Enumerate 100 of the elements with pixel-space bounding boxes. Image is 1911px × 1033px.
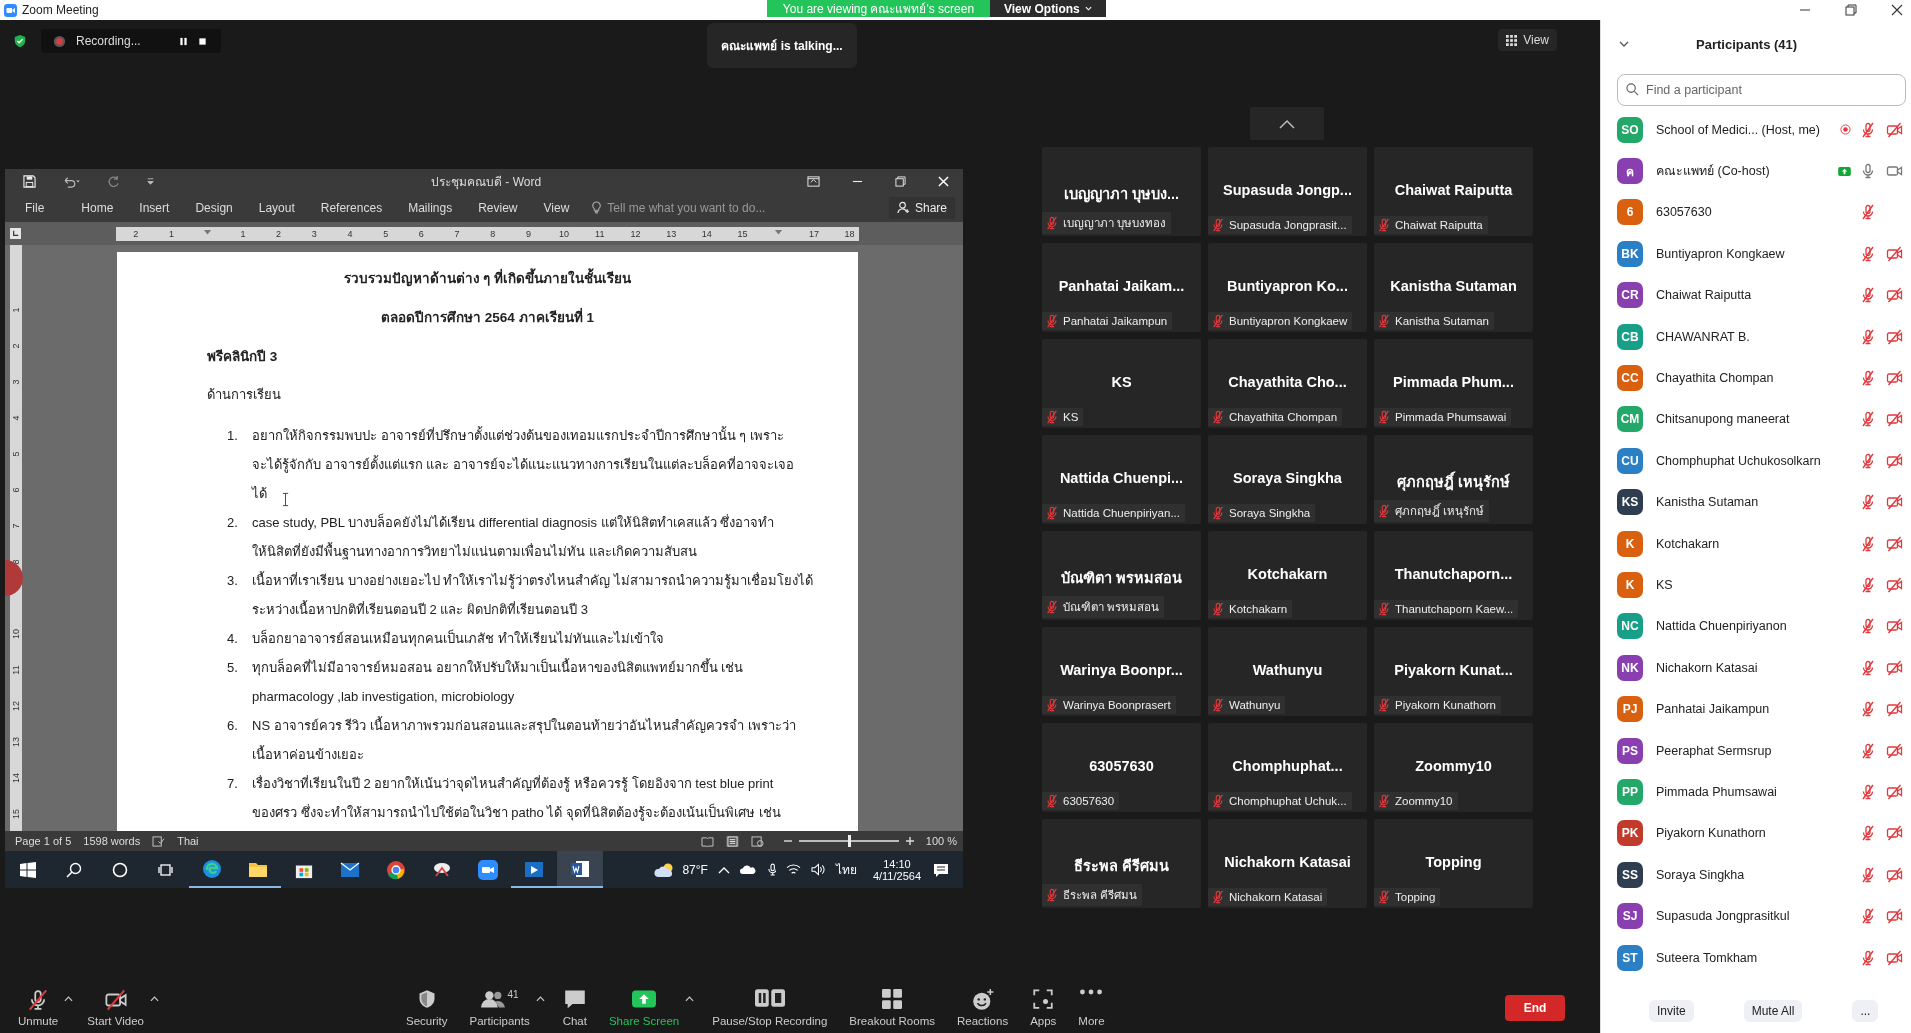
chat-button[interactable]: Chat	[558, 989, 591, 1027]
proofing-icon[interactable]	[152, 835, 166, 847]
video-tile[interactable]: Wathunyu Wathunyu	[1208, 627, 1367, 716]
camera-off-icon[interactable]	[1885, 825, 1903, 842]
participant-row[interactable]: NC Nattida Chuenpiriyanon	[1601, 605, 1911, 648]
video-tile[interactable]: ศุภกฤษฎิ์ เหนุรักษ์ ศุภกฤษฎิ์ เหนุรักษ์	[1374, 435, 1533, 524]
muted-microphone-icon[interactable]	[1860, 949, 1876, 966]
video-tile[interactable]: Supasuda Jongp... Supasuda Jongprasit...	[1208, 147, 1367, 236]
caret-icon[interactable]	[64, 996, 74, 1002]
end-button[interactable]: End	[1505, 995, 1565, 1021]
muted-microphone-icon[interactable]	[1860, 618, 1876, 635]
video-tile[interactable]: บัณฑิตา พรหมสอน บัณฑิตา พรหมสอน	[1042, 531, 1201, 620]
ribbon-tab[interactable]: Home	[81, 200, 114, 215]
video-tile[interactable]: Thanutchaporn... Thanutchaporn Kaew...	[1374, 531, 1533, 620]
restore-icon[interactable]	[1845, 4, 1857, 16]
video-tile[interactable]: Buntiyapron Ko... Buntiyapron Kongkaew	[1208, 243, 1367, 332]
camera-off-icon[interactable]	[1885, 742, 1903, 759]
zoom-in-button[interactable]	[905, 837, 914, 845]
mail-icon[interactable]	[340, 861, 360, 878]
muted-microphone-icon[interactable]	[1860, 659, 1876, 676]
restore-icon[interactable]	[895, 175, 906, 187]
tell-me-field[interactable]: Tell me what you want to do...	[591, 200, 766, 215]
muted-microphone-icon[interactable]	[1860, 121, 1876, 138]
camera-off-icon[interactable]	[1885, 618, 1903, 635]
participants-button[interactable]: 41 Participants	[465, 989, 534, 1027]
caret-icon[interactable]	[535, 996, 545, 1002]
muted-microphone-icon[interactable]	[1860, 866, 1876, 883]
camera-off-icon[interactable]	[1885, 328, 1903, 345]
microphone-icon[interactable]	[765, 862, 776, 877]
speaker-icon[interactable]	[810, 863, 826, 876]
share-screen-button[interactable]: Share Screen	[604, 989, 684, 1027]
participant-row[interactable]: K KS	[1601, 564, 1911, 606]
participant-row[interactable]: PJ Panhatai Jaikampun	[1601, 688, 1911, 730]
camera-off-icon[interactable]	[1885, 245, 1903, 262]
shield-icon[interactable]	[13, 34, 27, 48]
print-layout-icon[interactable]	[725, 835, 739, 847]
participant-row[interactable]: KS Kanistha Sutaman	[1601, 481, 1911, 523]
view-button[interactable]: View	[1498, 29, 1557, 51]
share-button[interactable]: Share	[888, 196, 955, 219]
camera-off-icon[interactable]	[1885, 452, 1903, 469]
participant-row[interactable]: CC Chayathita Chompan	[1601, 357, 1911, 399]
participant-row[interactable]: BK Buntiyapron Kongkaew	[1601, 233, 1911, 275]
camera-off-icon[interactable]	[1885, 370, 1903, 387]
participant-row[interactable]: SJ Supasuda Jongprasitkul	[1601, 895, 1911, 937]
ribbon-tab[interactable]: References	[320, 200, 383, 215]
camera-off-icon[interactable]	[1885, 783, 1903, 800]
video-tile[interactable]: ธีระพล คีรีศมน ธีระพล คีรีศมน	[1042, 819, 1201, 908]
participant-row[interactable]: CR Chaiwat Raiputta	[1601, 274, 1911, 316]
participant-row[interactable]: 6 63057630	[1601, 191, 1911, 234]
mute-all-button[interactable]: Mute All	[1743, 1000, 1803, 1022]
video-tile[interactable]: Kotchakarn Kotchakarn	[1208, 531, 1367, 620]
participant-row[interactable]: PS Peeraphat Sermsrup	[1601, 729, 1911, 772]
participant-row[interactable]: CB CHAWANRAT B.	[1601, 315, 1911, 358]
task-view-icon[interactable]	[158, 861, 174, 878]
caret-icon[interactable]	[149, 996, 159, 1002]
camera-off-icon[interactable]	[1885, 494, 1903, 511]
video-app-icon[interactable]	[478, 859, 498, 880]
ribbon-tab[interactable]: View	[543, 200, 570, 215]
zoom-out-button[interactable]	[783, 837, 792, 845]
ribbon-tab[interactable]: Insert	[139, 200, 170, 215]
participant-row[interactable]: PK Piyakorn Kunathorn	[1601, 812, 1911, 855]
muted-microphone-icon[interactable]	[1860, 494, 1876, 511]
mic-off-button[interactable]: Unmute	[14, 989, 63, 1027]
search-icon[interactable]	[66, 861, 82, 878]
video-tile[interactable]: Zoommy10 Zoommy10	[1374, 723, 1533, 812]
camera-off-icon[interactable]	[1885, 121, 1903, 138]
camera-off-icon[interactable]	[1885, 866, 1903, 883]
video-tile[interactable]: KS KS	[1042, 339, 1201, 428]
undo-icon[interactable]	[62, 174, 81, 188]
close-icon[interactable]	[1891, 4, 1903, 16]
participant-row[interactable]: K Kotchakarn	[1601, 522, 1911, 565]
notification-icon[interactable]	[933, 861, 949, 878]
ribbon-tab[interactable]: File	[25, 200, 45, 215]
camera-off-icon[interactable]	[1885, 287, 1903, 304]
video-tile[interactable]: Panhatai Jaikam... Panhatai Jaikampun	[1042, 243, 1201, 332]
cloud-icon[interactable]	[739, 864, 756, 875]
video-tile[interactable]: Soraya Singkha Soraya Singkha	[1208, 435, 1367, 524]
circle-icon[interactable]	[112, 861, 128, 878]
participant-row[interactable]: ST Suteera Tomkham	[1601, 936, 1911, 979]
save-icon[interactable]	[23, 174, 36, 188]
muted-microphone-icon[interactable]	[1860, 287, 1876, 304]
breakout-button[interactable]: Breakout Rooms	[845, 989, 939, 1027]
apps-button[interactable]: Apps	[1026, 989, 1061, 1027]
customize-icon[interactable]	[146, 176, 155, 186]
ribbon-tab[interactable]: Layout	[258, 200, 295, 215]
word-icon[interactable]	[570, 858, 590, 879]
muted-microphone-icon[interactable]	[1860, 452, 1876, 469]
camera-off-icon[interactable]	[1885, 659, 1903, 676]
video-tile[interactable]: Kanistha Sutaman Kanistha Sutaman	[1374, 243, 1533, 332]
search-field[interactable]: Find a participant	[1617, 74, 1906, 106]
view-options-button[interactable]: View Options	[990, 0, 1106, 17]
muted-microphone-icon[interactable]	[1860, 328, 1876, 345]
muted-microphone-icon[interactable]	[1860, 783, 1876, 800]
camera-off-icon[interactable]	[1885, 701, 1903, 718]
temperature[interactable]: 87°F	[682, 862, 708, 877]
ribbon-tab[interactable]: Design	[195, 200, 233, 215]
participant-row[interactable]: NK Nichakorn Katasai	[1601, 647, 1911, 689]
video-tile[interactable]: Piyakorn Kunat... Piyakorn Kunathorn	[1374, 627, 1533, 716]
more-button[interactable]: More	[1074, 989, 1109, 1027]
ribbon-tab[interactable]: Review	[478, 200, 518, 215]
